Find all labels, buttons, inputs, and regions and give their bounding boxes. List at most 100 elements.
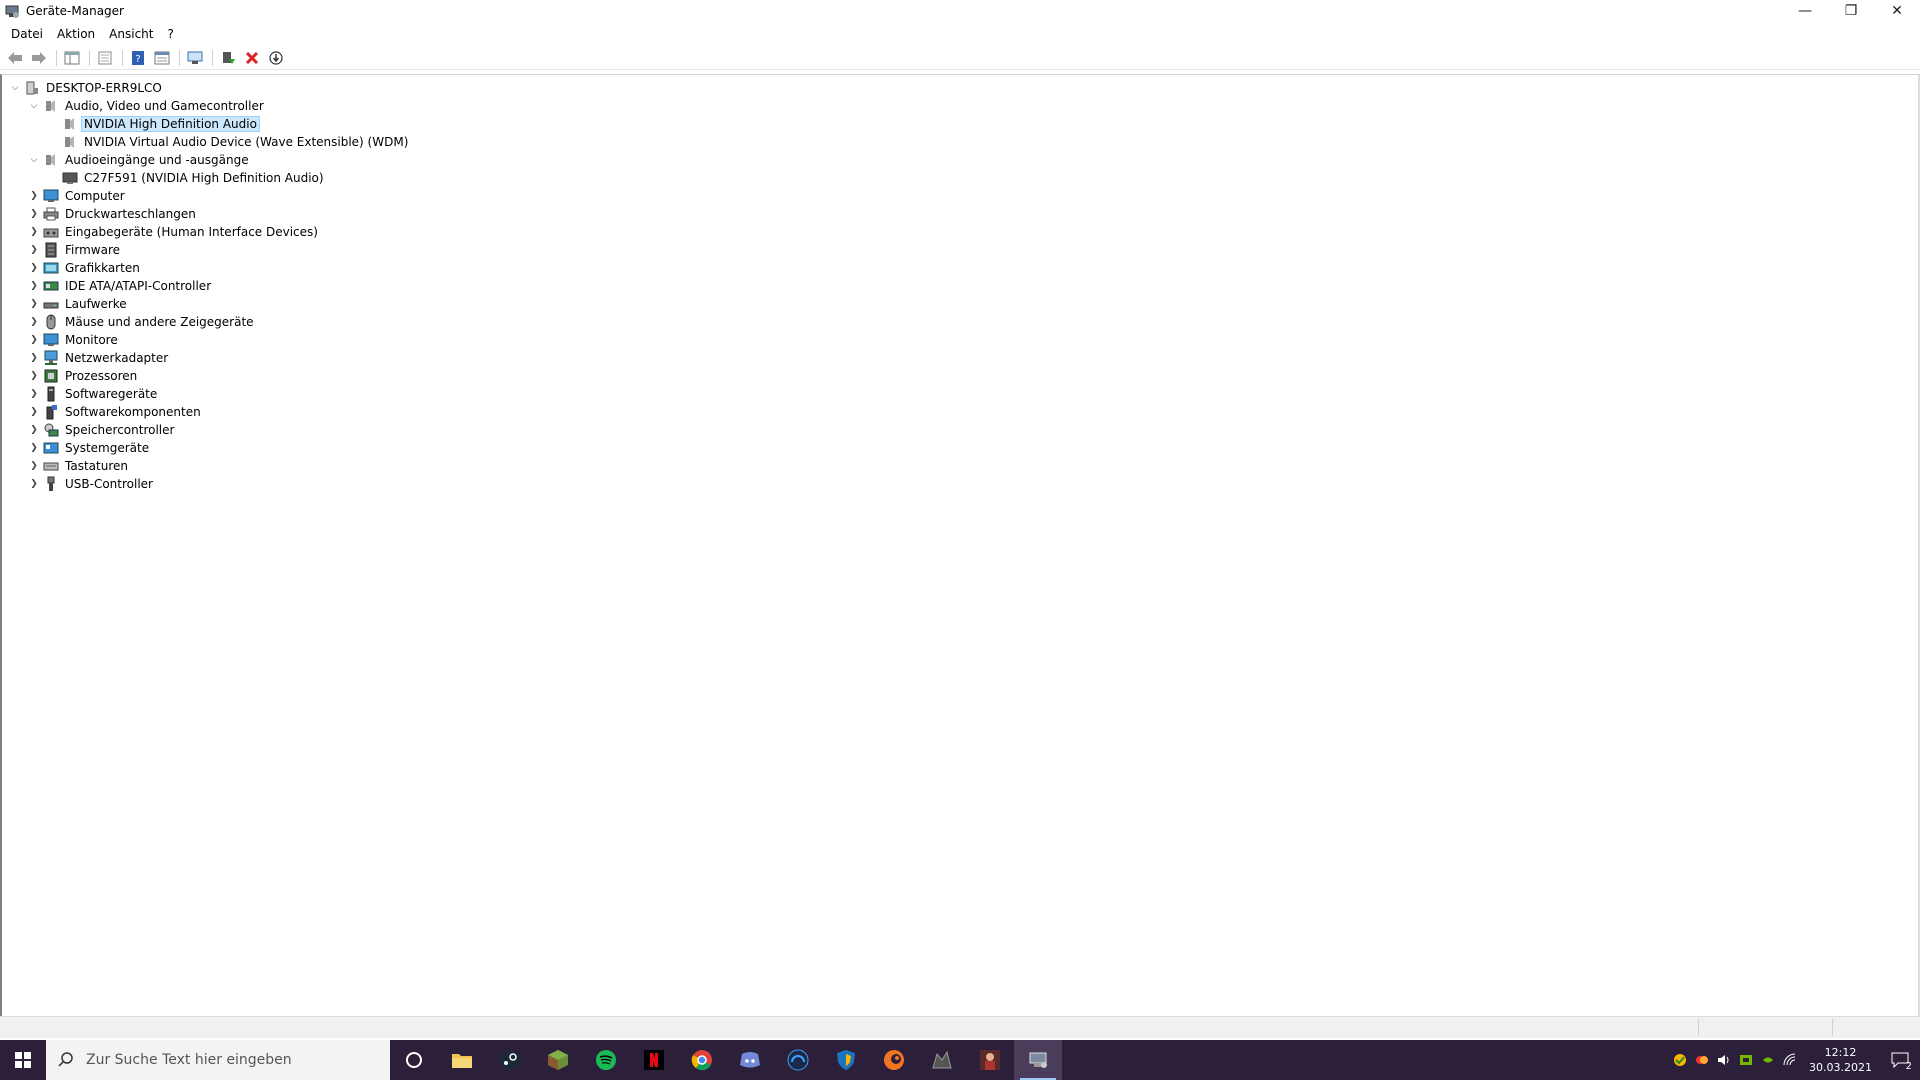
- tree-node-eingabegeraete[interactable]: ❯ Eingabegeräte (Human Interface Devices…: [27, 223, 411, 241]
- back-button[interactable]: [4, 48, 26, 68]
- device-tree: ⌵ DESKTOP-ERR9LCO ⌵ Audio, Video und Gam…: [8, 79, 411, 493]
- status-divider: [1832, 1019, 1833, 1036]
- menu-datei[interactable]: Datei: [4, 27, 50, 41]
- minimize-button[interactable]: —: [1782, 0, 1828, 22]
- tree-node-audioeingaenge[interactable]: ⌵ Audioeingänge und -ausgänge: [27, 151, 411, 169]
- taskbar-file-explorer[interactable]: [438, 1040, 486, 1080]
- tree-node-computer[interactable]: ❯ Computer: [27, 187, 411, 205]
- show-hide-tree-button[interactable]: [61, 48, 83, 68]
- tree-node-usb-controller[interactable]: ❯ USB-Controller: [27, 475, 411, 493]
- expand-chevron-icon[interactable]: ❯: [27, 277, 41, 295]
- tree-node-netzwerkadapter[interactable]: ❯ Netzwerkadapter: [27, 349, 411, 367]
- expand-chevron-icon[interactable]: ❯: [27, 241, 41, 259]
- tree-node-druckwarteschlangen[interactable]: ❯ Druckwarteschlangen: [27, 205, 411, 223]
- expand-chevron-icon[interactable]: ❯: [27, 295, 41, 313]
- tree-node-softwarekomponenten[interactable]: ❯ Softwarekomponenten: [27, 403, 411, 421]
- view-button[interactable]: [151, 48, 173, 68]
- expand-chevron-icon[interactable]: ❯: [27, 223, 41, 241]
- taskbar-discord[interactable]: [726, 1040, 774, 1080]
- tree-node-c27f591[interactable]: C27F591 (NVIDIA High Definition Audio): [46, 169, 411, 187]
- disable-button[interactable]: [265, 48, 287, 68]
- tree-node-tastaturen[interactable]: ❯ Tastaturen: [27, 457, 411, 475]
- tree-node-ide-ata[interactable]: ❯ IDE ATA/ATAPI-Controller: [27, 277, 411, 295]
- volume-icon[interactable]: [1713, 1040, 1735, 1080]
- taskbar-launcher-app[interactable]: [918, 1040, 966, 1080]
- software-device-icon: [43, 386, 59, 402]
- collapse-chevron-icon[interactable]: ⌵: [27, 97, 41, 115]
- disable-icon: [269, 50, 283, 65]
- restore-button[interactable]: ❐: [1828, 0, 1874, 22]
- action-center-button[interactable]: 2: [1880, 1040, 1920, 1080]
- tree-node-label: Softwaregeräte: [65, 387, 158, 401]
- menu-aktion[interactable]: Aktion: [50, 27, 102, 41]
- tree-node-nvidia-hd-audio[interactable]: NVIDIA High Definition Audio: [46, 115, 411, 133]
- wifi-icon[interactable]: [1779, 1040, 1801, 1080]
- tray-checkmark-icon[interactable]: [1669, 1040, 1691, 1080]
- taskbar-shield-app[interactable]: [822, 1040, 870, 1080]
- collapse-chevron-icon[interactable]: ⌵: [27, 151, 41, 169]
- expand-chevron-icon[interactable]: ❯: [27, 475, 41, 493]
- monitor-speaker-icon: [62, 170, 78, 186]
- taskbar-spotify[interactable]: [582, 1040, 630, 1080]
- tree-node-label: Druckwarteschlangen: [65, 207, 196, 221]
- forward-button[interactable]: [28, 48, 50, 68]
- tree-node-audio-video-gamecontroller[interactable]: ⌵ Audio, Video und Gamecontroller: [27, 97, 411, 115]
- tree-node-root[interactable]: ⌵ DESKTOP-ERR9LCO: [8, 79, 411, 97]
- tree-node-grafikkarten[interactable]: ❯ Grafikkarten: [27, 259, 411, 277]
- taskbar-headset-app[interactable]: [774, 1040, 822, 1080]
- expand-chevron-icon[interactable]: ❯: [27, 439, 41, 457]
- speaker-icon: [43, 152, 59, 168]
- search-icon: [58, 1052, 73, 1067]
- expand-chevron-icon[interactable]: ❯: [27, 349, 41, 367]
- taskbar-minecraft[interactable]: [534, 1040, 582, 1080]
- taskbar-search-box[interactable]: Zur Suche Text hier eingeben: [46, 1040, 390, 1080]
- help-button[interactable]: ?: [127, 48, 149, 68]
- tree-node-maeuse[interactable]: ❯ Mäuse und andere Zeigegeräte: [27, 313, 411, 331]
- menu-help[interactable]: ?: [160, 27, 180, 41]
- taskbar-steam[interactable]: [486, 1040, 534, 1080]
- taskbar-netflix[interactable]: [630, 1040, 678, 1080]
- tree-node-nvidia-virtual-audio[interactable]: NVIDIA Virtual Audio Device (Wave Extens…: [46, 133, 411, 151]
- taskbar-device-manager[interactable]: [1014, 1040, 1062, 1080]
- expand-chevron-icon[interactable]: ❯: [27, 421, 41, 439]
- monitor-icon: [43, 332, 59, 348]
- scan-hardware-button[interactable]: [184, 48, 206, 68]
- toolbar-separator: [212, 49, 213, 66]
- device-tree-panel: ⌵ DESKTOP-ERR9LCO ⌵ Audio, Video und Gam…: [0, 74, 1920, 1016]
- taskbar-chrome[interactable]: [678, 1040, 726, 1080]
- tree-node-monitore[interactable]: ❯ Monitore: [27, 331, 411, 349]
- expand-chevron-icon[interactable]: ❯: [27, 367, 41, 385]
- expand-chevron-icon[interactable]: ❯: [27, 313, 41, 331]
- tray-nvidia-icon[interactable]: [1735, 1040, 1757, 1080]
- firmware-chip-icon: [43, 242, 59, 258]
- tree-node-prozessoren[interactable]: ❯ Prozessoren: [27, 367, 411, 385]
- expand-chevron-icon[interactable]: ❯: [27, 385, 41, 403]
- tree-node-speichercontroller[interactable]: ❯ Speichercontroller: [27, 421, 411, 439]
- start-button[interactable]: [0, 1040, 46, 1080]
- expand-chevron-icon[interactable]: ❯: [27, 331, 41, 349]
- tree-node-label: Netzwerkadapter: [65, 351, 169, 365]
- uninstall-button[interactable]: [241, 48, 263, 68]
- tray-app-icon[interactable]: [1691, 1040, 1713, 1080]
- update-driver-button[interactable]: [217, 48, 239, 68]
- tray-nvidia-small-icon[interactable]: [1757, 1040, 1779, 1080]
- close-button[interactable]: ✕: [1874, 0, 1920, 22]
- tree-node-laufwerke[interactable]: ❯ Laufwerke: [27, 295, 411, 313]
- menu-ansicht[interactable]: Ansicht: [102, 27, 160, 41]
- taskbar-crunchyroll[interactable]: [870, 1040, 918, 1080]
- tree-node-softwaregeraete[interactable]: ❯ Softwaregeräte: [27, 385, 411, 403]
- expand-chevron-icon[interactable]: ❯: [27, 457, 41, 475]
- expand-chevron-icon[interactable]: ❯: [27, 403, 41, 421]
- expand-chevron-icon[interactable]: ❯: [27, 205, 41, 223]
- tree-node-systemgeraete[interactable]: ❯ Systemgeräte: [27, 439, 411, 457]
- expand-chevron-icon[interactable]: ❯: [27, 187, 41, 205]
- collapse-chevron-icon[interactable]: ⌵: [8, 79, 22, 97]
- cortana-button[interactable]: [390, 1040, 438, 1080]
- expand-chevron-icon[interactable]: ❯: [27, 259, 41, 277]
- app-launcher-icon: [932, 1050, 952, 1069]
- taskbar-clock[interactable]: 12:12 30.03.2021: [1801, 1045, 1880, 1075]
- taskbar-game-app[interactable]: [966, 1040, 1014, 1080]
- search-placeholder: Zur Suche Text hier eingeben: [86, 1052, 292, 1068]
- tree-node-firmware[interactable]: ❯ Firmware: [27, 241, 411, 259]
- properties-button[interactable]: [94, 48, 116, 68]
